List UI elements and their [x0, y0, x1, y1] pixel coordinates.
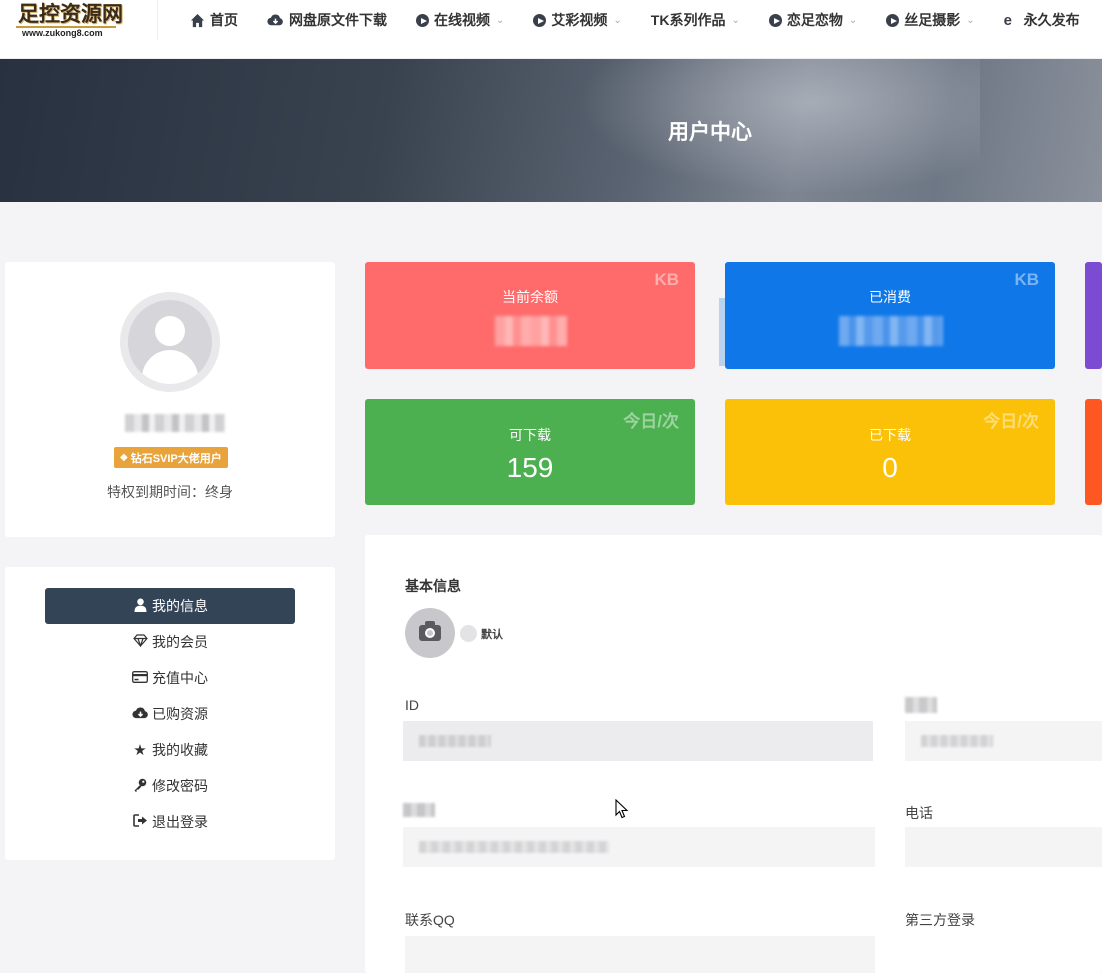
user-icon [132, 598, 148, 615]
diamond-icon [132, 634, 148, 650]
default-avatar-radio[interactable] [460, 625, 477, 642]
nav-label: 丝足摄影 [904, 12, 961, 28]
field-label-redacted [905, 697, 937, 713]
nav-item-cloud-download[interactable]: 网盘原文件下载 [267, 10, 387, 30]
menu-item-favorites[interactable]: ★ 我的收藏 [45, 732, 295, 768]
chevron-down-icon: ⌄ [496, 14, 505, 26]
nav-divider [157, 0, 158, 40]
stat-value: 0 [882, 452, 898, 483]
email-field[interactable] [403, 827, 875, 867]
stat-consumed: KB 已消费 [725, 262, 1055, 369]
key-icon [132, 778, 148, 795]
chevron-down-icon: ⌄ [613, 14, 622, 26]
diamond-icon: ◆ [120, 452, 128, 463]
cloud-download-icon [267, 13, 284, 28]
phone-field[interactable] [905, 827, 1102, 867]
logo-url: www.zukong8.com [22, 28, 103, 38]
menu-item-logout[interactable]: 退出登录 [45, 804, 295, 840]
nav-item-permanent[interactable]: e 永久发布 [1004, 10, 1080, 30]
qq-label: 联系QQ [405, 912, 455, 928]
menu-label: 已购资源 [152, 706, 208, 722]
menu-label: 修改密码 [152, 778, 208, 794]
consumed-value-redacted [839, 316, 943, 346]
nav-label: 首页 [210, 12, 238, 28]
phone-label: 电话 [905, 805, 933, 821]
cloud-download-icon [132, 706, 148, 723]
menu-label: 我的信息 [152, 598, 208, 614]
stat-label: 已下载 [869, 427, 911, 443]
sign-out-icon [132, 814, 148, 830]
star-icon: ★ [133, 742, 147, 759]
balance-value-redacted [495, 316, 567, 346]
nav-label: 恋足恋物 [786, 12, 843, 28]
basic-info-panel: 基本信息 默认 ID 电话 联系QQ 第三方登录 [365, 535, 1102, 973]
menu-item-my-info[interactable]: 我的信息 [45, 588, 295, 624]
vip-expire-text: 特权到期时间：终身 [107, 484, 233, 500]
mouse-cursor-icon [615, 799, 629, 819]
nav-item-sizu-photo[interactable]: 丝足摄影 ⌄ [886, 10, 975, 30]
menu-label: 退出登录 [152, 814, 208, 830]
stat-balance: KB 当前余额 [365, 262, 695, 369]
menu-item-purchased[interactable]: 已购资源 [45, 696, 295, 732]
page-title: 用户中心 [668, 120, 752, 144]
vip-badge: ◆ 钻石SVIP大佬用户 [114, 447, 228, 468]
stat-value: 159 [506, 452, 554, 483]
nav-label: 网盘原文件下载 [289, 12, 387, 28]
menu-item-change-password[interactable]: 修改密码 [45, 768, 295, 804]
menu-item-my-membership[interactable]: 我的会员 [45, 624, 295, 660]
default-avatar-label: 默认 [481, 629, 503, 641]
home-icon [190, 13, 205, 28]
avatar[interactable] [120, 292, 220, 392]
logo-title: 足控资源网 [18, 1, 123, 26]
nav-label: 在线视频 [434, 12, 490, 28]
section-title: 基本信息 [405, 578, 461, 594]
field-label-redacted [403, 803, 435, 817]
play-circle-icon [533, 13, 547, 27]
nav-item-tk-series[interactable]: TK系列作品 ⌄ [651, 10, 740, 30]
profile-card: ◆ 钻石SVIP大佬用户 特权到期时间：终身 [5, 262, 335, 537]
credit-card-icon [132, 670, 148, 686]
stat-label: 当前余额 [502, 289, 558, 305]
chevron-down-icon: ⌄ [848, 14, 858, 26]
qq-field[interactable] [405, 936, 875, 973]
nav-item-home[interactable]: 首页 [190, 10, 238, 30]
top-navbar: 足控资源网 www.zukong8.com 首页 网盘原文件下载 在线视频 ⌄ … [0, 0, 1102, 59]
nav-label: 永久发布 [1023, 12, 1080, 28]
vip-badge-label: 钻石SVIP大佬用户 [130, 452, 222, 465]
main-nav: 首页 网盘原文件下载 在线视频 ⌄ 艾彩视频 ⌄ TK系列作品 ⌄ 恋足恋物 ⌄ [190, 0, 1102, 40]
avatar-upload[interactable] [405, 608, 455, 658]
nav-item-lianzu[interactable]: 恋足恋物 ⌄ [768, 10, 858, 30]
id-field[interactable] [403, 721, 873, 761]
third-party-login-label: 第三方登录 [905, 912, 975, 928]
stat-downloadable: 今日/次 可下载 159 [365, 399, 695, 505]
user-menu: 我的信息 我的会员 充值中心 已购资源 ★ 我的收藏 修改密码 退出登录 [5, 567, 335, 860]
nav-label: TK系列作品 [650, 12, 726, 28]
stat-label: 可下载 [509, 427, 551, 443]
menu-label: 充值中心 [152, 670, 208, 686]
stat-tile-partial-purple [1085, 262, 1102, 369]
play-circle-icon [768, 13, 782, 27]
stat-tile-partial-orange [1085, 399, 1102, 505]
chevron-down-icon: ⌄ [966, 14, 975, 26]
nav-item-online-video[interactable]: 在线视频 ⌄ [416, 10, 504, 30]
play-circle-icon [416, 13, 429, 27]
user-avatar-icon [128, 300, 212, 384]
menu-label: 我的收藏 [152, 742, 208, 758]
id-label: ID [405, 697, 419, 713]
site-logo[interactable]: 足控资源网 www.zukong8.com [14, 1, 123, 42]
nickname-field[interactable] [905, 721, 1102, 761]
username-redacted [125, 414, 225, 432]
play-circle-icon [886, 13, 900, 27]
nav-item-aicai-video[interactable]: 艾彩视频 ⌄ [533, 10, 622, 30]
stat-label: 已消费 [869, 289, 911, 305]
nav-label: 艾彩视频 [551, 12, 608, 28]
chevron-down-icon: ⌄ [731, 14, 740, 26]
menu-item-recharge[interactable]: 充值中心 [45, 660, 295, 696]
stat-downloaded: 今日/次 已下载 0 [725, 399, 1055, 505]
menu-label: 我的会员 [152, 634, 208, 650]
ie-icon: e [1003, 11, 1012, 29]
